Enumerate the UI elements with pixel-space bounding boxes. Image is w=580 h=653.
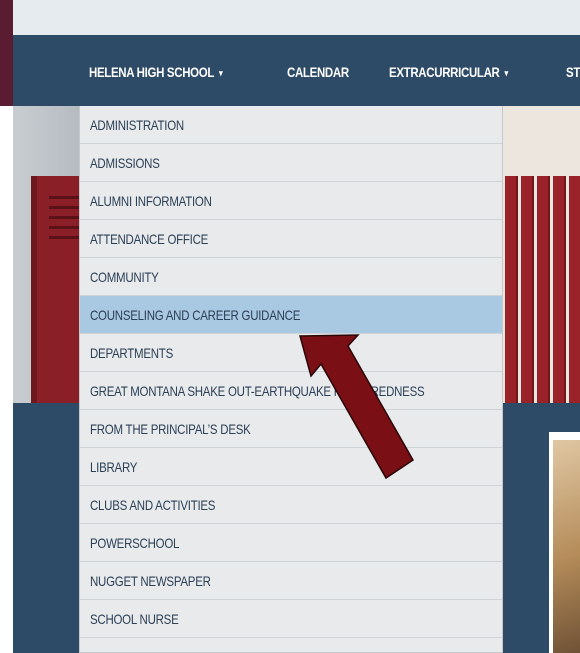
menu-item-administration[interactable]: ADMINISTRATION [80,106,502,144]
menu-item-school-nurse[interactable]: SCHOOL NURSE [80,600,502,638]
hero-locker [505,176,518,403]
menu-item-alumni-information[interactable]: ALUMNI INFORMATION [80,182,502,220]
menu-item-departments[interactable]: DEPARTMENTS [80,334,502,372]
nav-item-label: HELENA HIGH SCHOOL [89,64,215,80]
menu-item-library[interactable]: LIBRARY [80,448,502,486]
locker-vent [49,206,79,209]
locker-vent [49,226,79,229]
locker-vent [49,196,79,199]
menu-item-community[interactable]: COMMUNITY [80,258,502,296]
nav-item-label: CALENDAR [287,64,349,80]
menu-item-from-the-principals-desk[interactable]: FROM THE PRINCIPAL’S DESK [80,410,502,448]
menu-item-great-montana-shake-out[interactable]: GREAT MONTANA SHAKE OUT-EARTHQUAKE PREPA… [80,372,502,410]
photo-image [553,440,580,653]
locker-vent [49,216,79,219]
hero-locker [553,176,566,403]
nav-item-helena-high-school[interactable]: HELENA HIGH SCHOOL ▾ [89,60,223,84]
chevron-down-icon: ▾ [218,68,223,78]
nav-item-label: EXTRACURRICULAR [389,64,500,80]
menu-item-powerschool[interactable]: POWERSCHOOL [80,524,502,562]
hero-locker [521,176,534,403]
menu-item-counseling-and-career-guidance[interactable]: COUNSELING AND CAREER GUIDANCE [80,296,502,334]
nav-item-extracurricular[interactable]: EXTRACURRICULAR ▾ [389,60,508,84]
menu-item-attendance-office[interactable]: ATTENDANCE OFFICE [80,220,502,258]
top-utility-strip [13,0,580,35]
nav-item-calendar[interactable]: CALENDAR [287,60,349,84]
hero-lockers-right [503,106,580,403]
helena-high-school-dropdown: ADMINISTRATION ADMISSIONS ALUMNI INFORMA… [79,106,503,653]
hero-locker [537,176,550,403]
locker-vent [49,236,79,239]
hero-locker [569,176,580,403]
menu-item-admissions[interactable]: ADMISSIONS [80,144,502,182]
menu-item-clubs-and-activities[interactable]: CLUBS AND ACTIVITIES [80,486,502,524]
menu-item-nugget-newspaper[interactable]: NUGGET NEWSPAPER [80,562,502,600]
chevron-down-icon: ▾ [504,68,508,78]
nav-item-truncated[interactable]: ST [566,60,580,84]
nav-item-label: ST [566,64,580,80]
